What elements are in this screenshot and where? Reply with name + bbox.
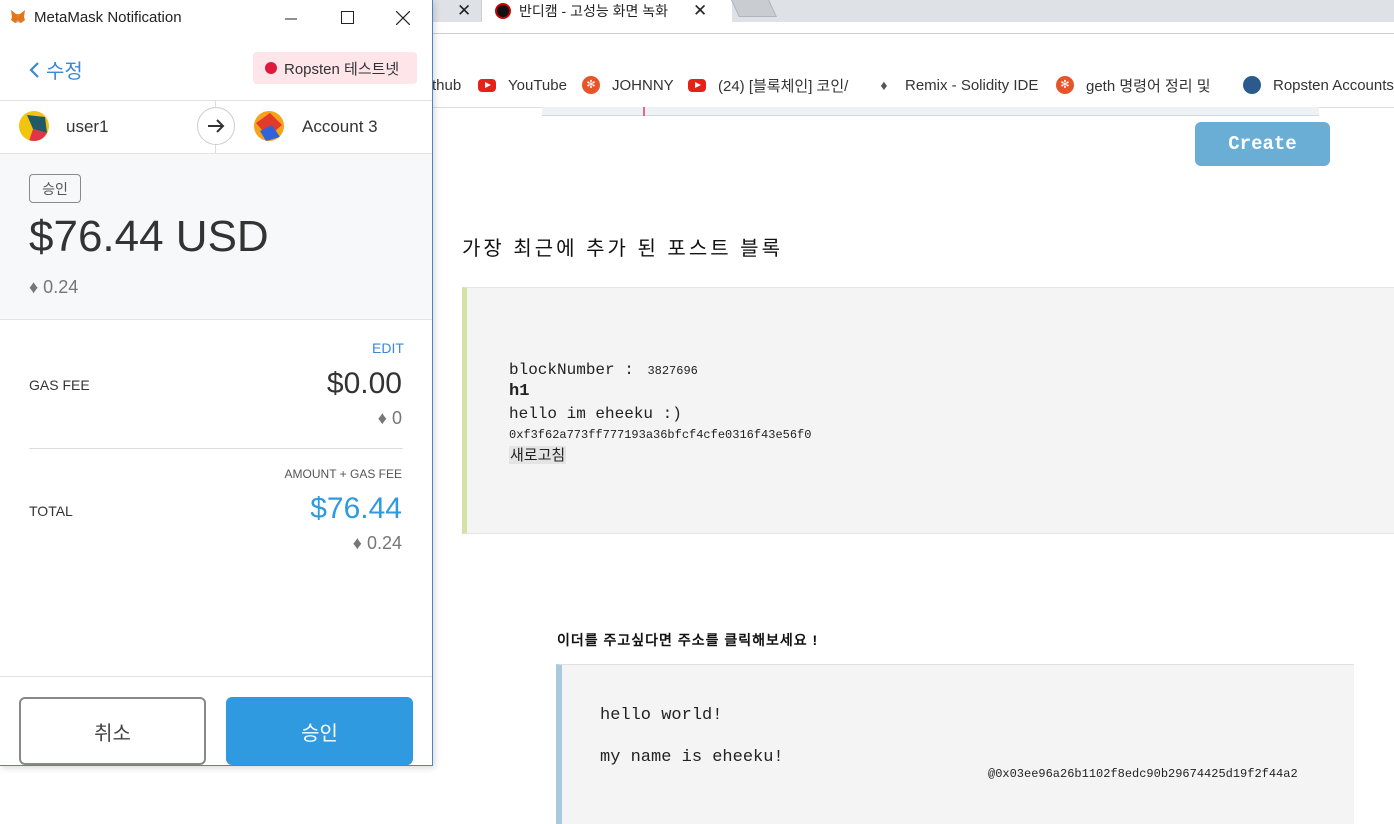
form-bottom-edge	[542, 107, 1319, 116]
metamask-fox-icon	[11, 10, 25, 23]
section-divider	[29, 448, 403, 449]
window-title: MetaMask Notification	[34, 9, 182, 26]
network-status-dot	[265, 62, 277, 74]
bookmark-label: (24) [블록체인] 코인/	[718, 77, 849, 95]
chevron-left-icon	[29, 61, 39, 78]
block-heading: h1	[509, 382, 530, 401]
recent-posts-title: 가장 최근에 추가 된 포스트 블록	[462, 238, 783, 260]
block-number-value: 3827696	[647, 364, 698, 378]
cancel-button[interactable]: 취소	[19, 697, 206, 765]
connector-line	[215, 145, 216, 153]
youtube-icon	[478, 78, 496, 92]
bookmark-label: JOHNNY	[612, 76, 674, 94]
close-icon[interactable]: ✕	[693, 1, 707, 21]
hello-line-2: my name is eheeku!	[600, 748, 784, 767]
gas-fee-eth: ♦ 0	[377, 408, 402, 428]
amount-usd: $76.44 USD	[29, 212, 269, 261]
approve-button[interactable]: 승인	[226, 697, 413, 765]
amount-eth: ♦ 0.24	[29, 277, 79, 297]
minimize-icon	[285, 18, 297, 19]
window-titlebar[interactable]: MetaMask Notification	[0, 0, 432, 35]
arrow-right-icon	[208, 119, 225, 133]
block-message: hello im eheeku :)	[509, 405, 682, 423]
bookmark-favicon-icon: ✻	[1056, 76, 1074, 94]
metamask-window: MetaMask Notification 수정 Ropsten 테스트넷 us…	[0, 0, 433, 766]
tab-title: 반디캠 - 고성능 화면 녹화	[519, 3, 669, 19]
footer-divider	[0, 676, 432, 677]
bookmark-remix[interactable]: ♦ Remix - Solidity IDE	[875, 74, 1038, 96]
remix-icon: ♦	[880, 77, 888, 93]
bookmark-github[interactable]: thub	[432, 74, 461, 96]
edit-gas-link[interactable]: EDIT	[372, 340, 404, 356]
bookmark-geth[interactable]: ✻ geth 명령어 정리 및	[1056, 74, 1224, 96]
form-marker	[643, 107, 645, 116]
donate-address-link[interactable]: @0x03ee96a26b1102f8edc90b29674425d19f2f4…	[988, 767, 1298, 781]
bookmark-blockchain-video[interactable]: (24) [블록체인] 코인/	[688, 74, 858, 96]
amount-plus-gas-label: AMOUNT + GAS FEE	[284, 467, 402, 481]
tab-close-previous[interactable]: ✕	[457, 0, 471, 22]
bookmark-label: Remix - Solidity IDE	[905, 76, 1039, 94]
hello-line-1: hello world!	[600, 706, 723, 725]
gas-fee-usd: $0.00	[326, 367, 402, 400]
back-label: 수정	[46, 61, 83, 83]
close-button[interactable]	[380, 0, 426, 35]
donate-title: 이더를 주고싶다면 주소를 클릭해보세요 !	[557, 632, 819, 648]
create-button[interactable]: Create	[1195, 122, 1330, 166]
refresh-label: 새로고침	[509, 446, 567, 464]
network-indicator[interactable]: Ropsten 테스트넷	[253, 52, 417, 84]
total-usd: $76.44	[310, 492, 402, 525]
new-tab-button[interactable]	[731, 0, 777, 17]
sender-account-name: user1	[66, 117, 109, 136]
bookmark-label: YouTube	[508, 76, 567, 94]
back-edit-button[interactable]: 수정	[28, 55, 83, 84]
block-address: 0xf3f62a773ff777193a36bfcf4cfe0316f43e56…	[509, 428, 812, 442]
latest-block-card: blockNumber : 3827696 h1 hello im eheeku…	[462, 287, 1394, 534]
bookmark-ropsten-accounts[interactable]: Ropsten Accounts	[1243, 74, 1394, 96]
profile-card: hello world! my name is eheeku! @0x03ee9…	[556, 664, 1354, 824]
bookmark-favicon-icon: ✻	[582, 76, 600, 94]
sender-identicon-icon	[19, 111, 49, 141]
youtube-icon	[688, 78, 706, 92]
etherscan-icon	[1243, 76, 1261, 94]
network-label: Ropsten 테스트넷	[284, 60, 400, 78]
omnibox-divider	[430, 33, 1394, 34]
block-number-label: blockNumber :	[509, 361, 634, 379]
bookmark-label: geth 명령어 정리 및	[1086, 77, 1211, 95]
bookmark-youtube[interactable]: YouTube	[478, 74, 567, 96]
bookmark-label: Ropsten Accounts	[1273, 76, 1394, 94]
recipient-account-name: Account 3	[302, 117, 378, 136]
maximize-button[interactable]	[324, 0, 370, 35]
status-badge: 승인	[29, 174, 81, 203]
refresh-button[interactable]: 새로고침	[509, 444, 567, 465]
tab-bandicam[interactable]: 반디캠 - 고성능 화면 녹화 ✕	[495, 0, 720, 22]
transfer-arrow-icon	[197, 107, 235, 145]
block-number-row: blockNumber : 3827696	[509, 361, 698, 379]
bookmark-label: thub	[432, 76, 462, 94]
close-icon	[396, 10, 410, 25]
total-eth: ♦ 0.24	[352, 533, 402, 553]
maximize-icon	[340, 11, 354, 24]
bandicam-favicon-icon	[495, 3, 511, 19]
minimize-button[interactable]	[268, 0, 314, 35]
recipient-identicon-icon	[254, 111, 284, 141]
total-label: TOTAL	[29, 503, 73, 519]
close-icon[interactable]: ✕	[457, 1, 471, 21]
gas-fee-label: GAS FEE	[29, 377, 90, 393]
bookmark-johnny[interactable]: ✻ JOHNNY	[582, 74, 674, 96]
